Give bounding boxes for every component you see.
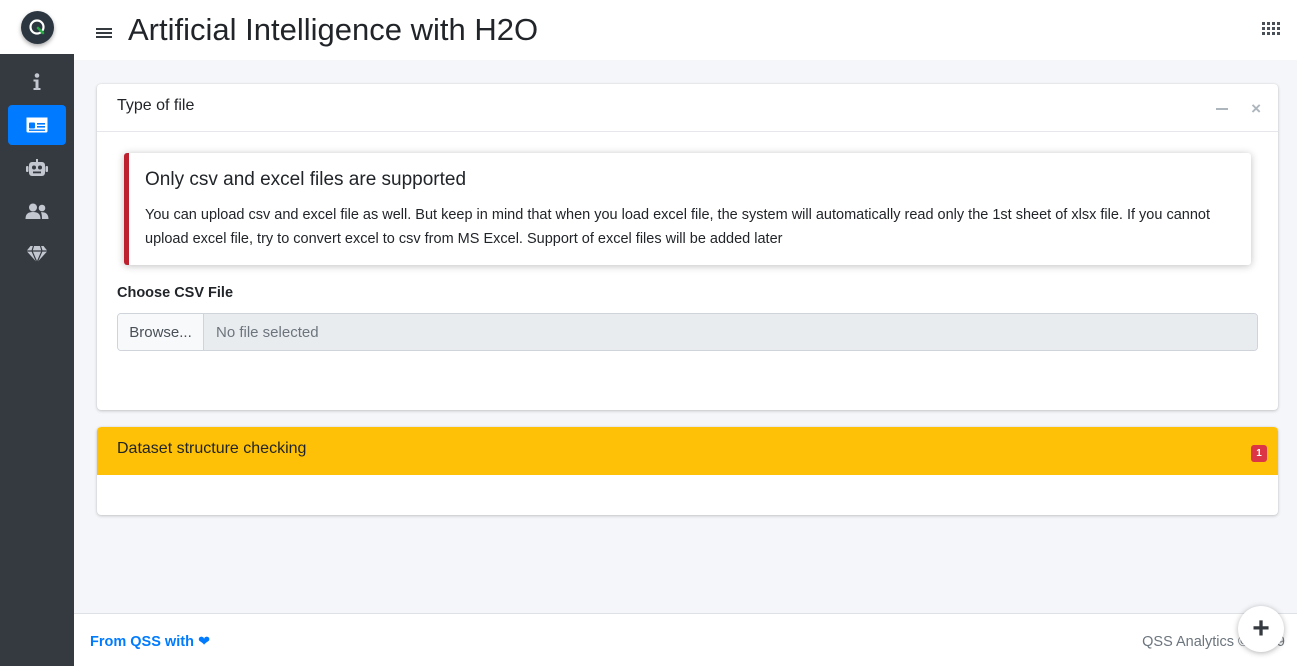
card-title: Dataset structure checking bbox=[117, 440, 307, 457]
footer-credit-text: From QSS with bbox=[90, 634, 194, 650]
sidebar-item-info[interactable] bbox=[8, 62, 66, 102]
count-badge: 1 bbox=[1251, 445, 1267, 462]
heart-icon: ❤ bbox=[197, 634, 211, 650]
info-icon bbox=[33, 73, 41, 90]
file-name-field[interactable]: No file selected bbox=[204, 314, 1257, 350]
card-header[interactable]: Dataset structure checking 1 bbox=[97, 427, 1278, 475]
callout-title: Only csv and excel files are supported bbox=[145, 169, 467, 190]
sidebar-item-data[interactable] bbox=[8, 105, 66, 145]
file-type-card: Type of file × Only csv and excel files … bbox=[97, 84, 1278, 410]
sidebar-nav bbox=[0, 54, 74, 274]
apps-grid-icon[interactable] bbox=[1262, 22, 1280, 36]
menu-toggle-icon[interactable] bbox=[96, 26, 112, 40]
sidebar-item-models[interactable] bbox=[8, 148, 66, 188]
file-upload-group: Browse... No file selected bbox=[117, 313, 1258, 351]
info-callout: Only csv and excel files are supported Y… bbox=[124, 153, 1251, 265]
close-icon[interactable]: × bbox=[1251, 99, 1261, 119]
footer: From QSS with ❤ QSS Analytics © 2019 bbox=[74, 613, 1297, 666]
card-title: Type of file bbox=[117, 97, 195, 114]
logo-icon[interactable] bbox=[20, 10, 54, 44]
sidebar bbox=[0, 0, 74, 666]
browse-button[interactable]: Browse... bbox=[118, 314, 204, 350]
floating-add-button[interactable]: + bbox=[1238, 606, 1284, 652]
footer-credit: From QSS with ❤ bbox=[90, 634, 210, 650]
sidebar-item-gem[interactable] bbox=[8, 234, 66, 274]
dataset-check-card: Dataset structure checking 1 bbox=[97, 427, 1278, 515]
users-icon bbox=[25, 203, 49, 219]
brand[interactable] bbox=[0, 0, 74, 54]
sidebar-item-users[interactable] bbox=[8, 191, 66, 231]
callout-text: You can upload csv and excel file as wel… bbox=[145, 207, 1210, 247]
top-header: Artificial Intelligence with H2O bbox=[74, 0, 1297, 60]
gem-icon bbox=[26, 245, 48, 263]
robot-icon bbox=[26, 159, 48, 176]
id-card-icon bbox=[26, 117, 48, 133]
page-title: Artificial Intelligence with H2O bbox=[128, 12, 539, 47]
file-upload-label: Choose CSV File bbox=[117, 285, 234, 301]
collapse-icon[interactable] bbox=[1216, 108, 1228, 110]
card-header: Type of file × bbox=[97, 84, 1278, 132]
